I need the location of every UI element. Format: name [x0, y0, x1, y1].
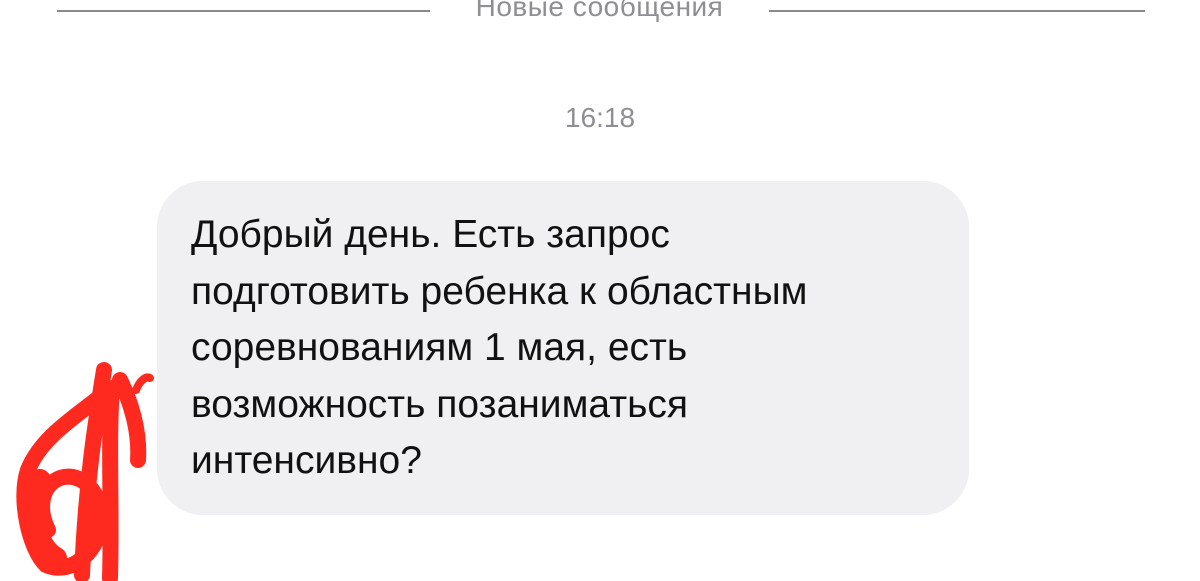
message-timestamp: 16:18 [564, 102, 636, 133]
message-text: Добрый день. Есть запрос подготовить реб… [191, 213, 808, 482]
divider-line-left [57, 10, 430, 12]
new-messages-label: Новые сообщения [475, 0, 724, 22]
chat-screen: Новые сообщения 16:18 Добрый день. Есть … [0, 0, 1200, 581]
new-messages-divider: Новые сообщения [57, 0, 1145, 26]
divider-line-right [769, 10, 1145, 12]
redacted-avatar-icon [16, 362, 154, 581]
incoming-message-bubble[interactable]: Добрый день. Есть запрос подготовить реб… [157, 181, 969, 515]
